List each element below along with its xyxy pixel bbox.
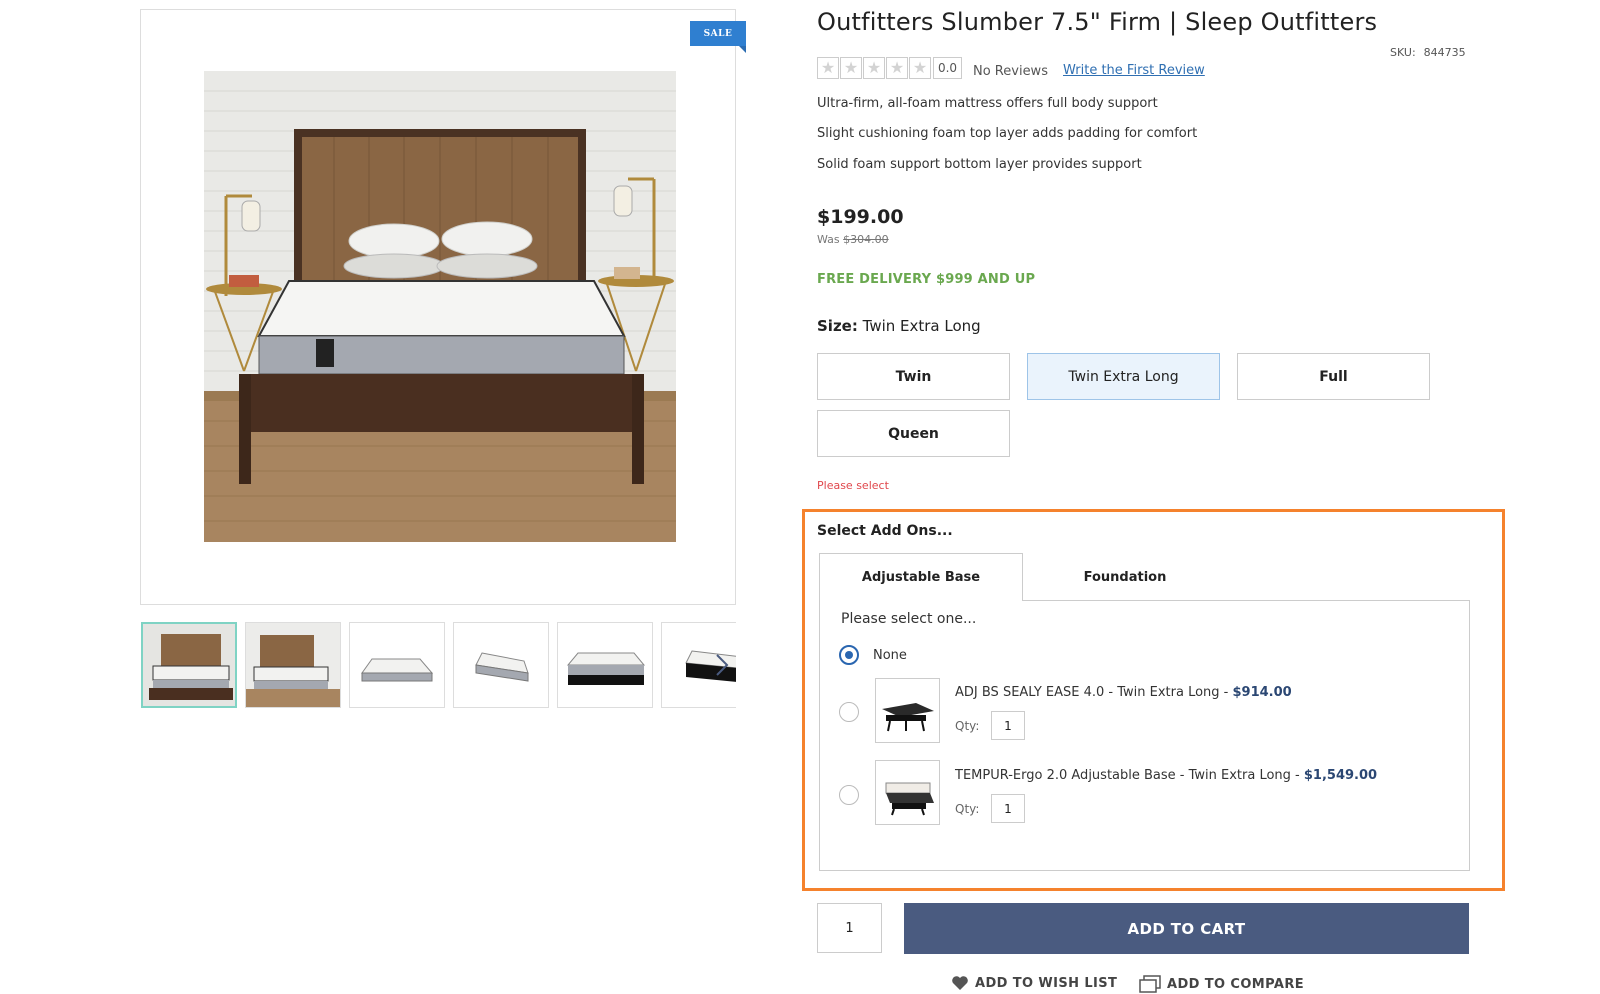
thumbnail-1[interactable] [141,622,237,708]
addon-2-qty-input[interactable]: 1 [991,794,1025,823]
compare-label: ADD TO COMPARE [1167,976,1305,992]
star-icon: ★ [886,57,908,79]
addon-2-title: TEMPUR-Ergo 2.0 Adjustable Base - Twin E… [955,768,1304,783]
write-review-link[interactable]: Write the First Review [1063,63,1205,78]
was-price-value: $304.00 [843,233,889,246]
size-option-queen[interactable]: Queen [817,410,1010,457]
addon-1-image [875,678,940,743]
star-icon: ★ [909,57,931,79]
thumbnail-3[interactable] [349,622,445,708]
star-icon: ★ [840,57,862,79]
feature-item: Solid foam support bottom layer provides… [817,157,1142,172]
tab-adjustable-base[interactable]: Adjustable Base [819,553,1023,601]
size-option-twin-extra-long[interactable]: Twin Extra Long [1027,353,1220,400]
sku: SKU: 844735 [1390,46,1466,59]
none-label: None [873,648,907,663]
addon-2-qty-label: Qty: [955,802,980,816]
sku-label: SKU: [1390,46,1416,59]
thumbnail-4[interactable] [453,622,549,708]
addon-1-qty-label: Qty: [955,719,980,733]
addon-1-qty-input[interactable]: 1 [991,711,1025,740]
addons-prompt: Please select one... [841,611,977,627]
feature-item: Slight cushioning foam top layer adds pa… [817,126,1198,141]
sku-value: 844735 [1423,46,1466,59]
addons-title: Select Add Ons... [817,523,953,539]
size-option-full[interactable]: Full [1237,353,1430,400]
size-option-twin[interactable]: Twin [817,353,1010,400]
current-price: $199.00 [817,206,904,228]
chevron-right-icon [716,654,729,676]
free-delivery-banner: FREE DELIVERY $999 AND UP [817,272,1036,287]
heart-icon [952,976,968,990]
quantity-input[interactable]: 1 [817,903,882,953]
thumbnail-strip [141,622,736,708]
addon-1-name: ADJ BS SEALY EASE 4.0 - Twin Extra Long … [955,685,1292,700]
was-price: Was $304.00 [817,233,889,246]
size-selected: Twin Extra Long [862,317,981,335]
star-icon: ★ [863,57,885,79]
next-thumbnail-button[interactable] [710,650,734,680]
rating-score: 0.0 [933,57,962,79]
rating-stars: ★ ★ ★ ★ ★ 0.0 [817,56,962,80]
size-error: Please select [817,479,889,492]
addon-1-price: $914.00 [1232,685,1292,700]
thumbnail-2[interactable] [245,622,341,708]
add-to-wish-list-button[interactable]: ADD TO WISH LIST [951,975,1117,991]
was-label: Was [817,233,840,246]
star-icon: ★ [817,57,839,79]
wish-list-label: ADD TO WISH LIST [975,975,1118,991]
addon-2-image [875,760,940,825]
add-to-cart-button[interactable]: ADD TO CART [904,903,1469,954]
review-count: No Reviews [973,64,1048,79]
addon-2-price: $1,549.00 [1303,768,1378,783]
addon-1-title: ADJ BS SEALY EASE 4.0 - Twin Extra Long … [955,685,1233,700]
compare-icon [1139,975,1161,993]
feature-item: Ultra-firm, all-foam mattress offers ful… [817,96,1158,111]
tab-foundation[interactable]: Foundation [1023,553,1227,601]
sale-badge: SALE [690,21,746,53]
radio-addon-1[interactable] [839,702,859,722]
size-label: Size: [817,317,858,335]
thumbnail-5[interactable] [557,622,653,708]
size-heading: Size: Twin Extra Long [817,317,981,335]
radio-none[interactable] [839,645,859,665]
radio-addon-2[interactable] [839,785,859,805]
product-main-image[interactable] [204,71,676,542]
addon-2-name: TEMPUR-Ergo 2.0 Adjustable Base - Twin E… [955,768,1377,783]
add-to-compare-button[interactable]: ADD TO COMPARE [1139,975,1304,993]
product-title: Outfitters Slumber 7.5" Firm | Sleep Out… [817,8,1378,36]
